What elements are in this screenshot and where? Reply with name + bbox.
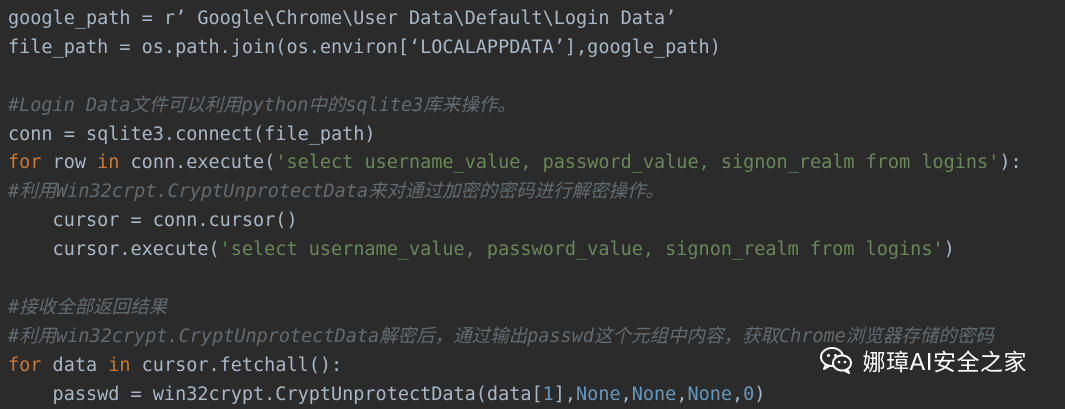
code-token-plain: cursor.fetchall():	[130, 354, 343, 376]
code-line[interactable]	[8, 63, 1065, 92]
code-token-builtin: None	[631, 383, 677, 405]
code-token-plain: ,	[732, 383, 744, 405]
code-token-plain: data	[41, 354, 109, 376]
code-line[interactable]: cursor = conn.cursor()	[8, 207, 1065, 236]
code-line[interactable]: #Login Data文件可以利用python中的sqlite3库来操作。	[8, 92, 1065, 121]
code-token-plain: file_path = os.path.join(os.environ[	[8, 36, 409, 58]
code-line[interactable]: conn = sqlite3.connect(file_path)	[8, 121, 1065, 150]
code-token-plain: cursor = conn.cursor()	[8, 210, 298, 232]
code-line[interactable]: #利用win32crypt.CryptUnprotectData解密后，通过输出…	[8, 323, 1065, 352]
code-token-comment: #利用win32crypt.CryptUnprotectData解密后，通过输出…	[8, 325, 994, 347]
code-token-comment: #利用Win32crpt.CryptUnprotectData来对通过加密的密码…	[8, 181, 665, 203]
code-token-plain: )	[943, 239, 955, 261]
code-token-plain: conn.execute(	[119, 152, 276, 174]
code-editor[interactable]: google_path = r’ Google\Chrome\User Data…	[0, 0, 1065, 409]
code-area[interactable]: google_path = r’ Google\Chrome\User Data…	[8, 5, 1065, 409]
code-token-builtin: None	[687, 383, 733, 405]
code-line[interactable]: for data in cursor.fetchall():	[8, 352, 1065, 381]
code-token-number: 0	[743, 383, 755, 405]
code-token-comment: #接收全部返回结果	[8, 296, 168, 318]
code-token-plain: ],	[553, 383, 577, 405]
code-token-string: 'select username_value, password_value, …	[275, 152, 1000, 174]
code-token-plain: cursor.execute(	[8, 239, 220, 261]
code-token-plain: row	[41, 152, 98, 174]
code-token-plain: ,	[676, 383, 688, 405]
code-line[interactable]: #接收全部返回结果	[8, 294, 1065, 323]
code-token-plain: google_path = r	[8, 8, 176, 29]
code-token-comment: #Login Data文件可以利用python中的sqlite3库来操作。	[8, 94, 516, 116]
code-token-builtin: None	[576, 383, 621, 405]
code-token-keyword: for	[8, 152, 42, 174]
code-line[interactable]	[8, 265, 1065, 294]
code-token-keyword: in	[97, 152, 120, 174]
code-line[interactable]: #利用Win32crpt.CryptUnprotectData来对通过加密的密码…	[8, 178, 1065, 207]
code-token-string: 'select username_value, password_value, …	[219, 239, 944, 261]
code-token-strq: ‘LOCALAPPDATA’	[408, 36, 565, 58]
code-line[interactable]: file_path = os.path.join(os.environ[‘LOC…	[8, 34, 1065, 63]
code-token-number: 1	[542, 383, 554, 405]
code-token-plain: ],google_path)	[564, 36, 721, 58]
code-line[interactable]: for row in conn.execute('select username…	[8, 149, 1065, 178]
code-token-plain: )	[754, 383, 766, 405]
code-token-keyword: in	[108, 354, 131, 376]
code-token-plain: ,	[620, 383, 632, 405]
code-line[interactable]: cursor.execute('select username_value, p…	[8, 236, 1065, 265]
code-token-plain: ):	[999, 152, 1022, 174]
code-token-plain: conn = sqlite3.connect(file_path)	[8, 123, 376, 145]
code-token-strq: ’ Google\Chrome\User Data\Default\Login …	[175, 8, 677, 29]
code-token-keyword: for	[8, 354, 42, 376]
code-line[interactable]: passwd = win32crypt.CryptUnprotectData(d…	[8, 381, 1065, 409]
code-line[interactable]: google_path = r’ Google\Chrome\User Data…	[8, 5, 1065, 34]
code-token-plain: passwd = win32crypt.CryptUnprotectData(d…	[8, 383, 543, 405]
